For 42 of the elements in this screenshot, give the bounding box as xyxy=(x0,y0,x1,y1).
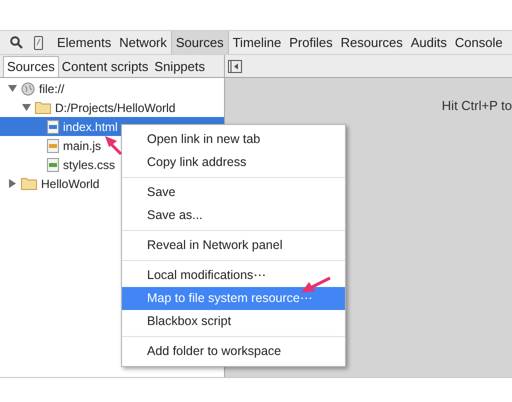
file-icon xyxy=(47,120,59,134)
expand-triangle-icon[interactable] xyxy=(22,103,31,112)
menu-item[interactable]: Save as... xyxy=(122,204,345,227)
panel-tab[interactable]: Timeline xyxy=(228,31,286,54)
menu-item[interactable]: Blackbox script xyxy=(122,310,345,333)
panel-tab[interactable]: Resources xyxy=(336,31,407,54)
device-icon[interactable] xyxy=(34,36,43,50)
file-icon xyxy=(47,138,59,152)
tree-item[interactable]: file:// xyxy=(0,79,224,98)
sidebar-toggle-icon[interactable] xyxy=(228,60,242,72)
globe-icon xyxy=(21,82,35,96)
folder-icon xyxy=(21,177,37,190)
menu-item[interactable]: Local modifications⋯ xyxy=(122,264,345,287)
menu-item[interactable]: Map to file system resource⋯ xyxy=(122,287,345,310)
panel-tab[interactable]: Sources xyxy=(170,31,229,54)
panel-tab[interactable]: Elements xyxy=(53,31,116,54)
menu-item[interactable]: Reveal in Network panel xyxy=(122,234,345,257)
navigator-tab[interactable]: Snippets xyxy=(151,56,208,77)
menu-item[interactable]: Save xyxy=(122,181,345,204)
panel-tab[interactable]: Network xyxy=(115,31,171,54)
tree-label: D:/Projects/HelloWorld xyxy=(55,100,176,116)
pointer-arrow xyxy=(102,135,124,155)
expand-triangle-icon[interactable] xyxy=(8,84,17,93)
tree-label: file:// xyxy=(39,80,64,98)
navigator-tab[interactable]: Content scripts xyxy=(58,56,152,77)
collapse-triangle-icon[interactable] xyxy=(8,179,17,188)
tree-item[interactable]: D:/Projects/HelloWorld xyxy=(0,98,224,117)
panel-tab[interactable]: Console xyxy=(450,31,507,54)
tree-label: main.js xyxy=(63,138,102,154)
folder-icon xyxy=(35,101,51,114)
search-icon[interactable] xyxy=(10,36,23,49)
tree-label: index.html xyxy=(63,118,118,136)
pointer-arrow xyxy=(300,276,332,294)
file-icon xyxy=(47,158,59,172)
menu-item[interactable]: Add folder to workspace xyxy=(122,340,345,363)
menu-item[interactable]: Copy link address xyxy=(122,151,345,174)
panel-tab[interactable]: Audits xyxy=(406,31,451,54)
tree-label: HelloWorld xyxy=(41,176,100,192)
tree-label: styles.css xyxy=(63,156,116,174)
hint-text: Hit Ctrl+P to xyxy=(442,98,512,113)
navigator-tab[interactable]: Sources xyxy=(3,56,59,77)
panel-tab[interactable]: Profiles xyxy=(285,31,337,54)
